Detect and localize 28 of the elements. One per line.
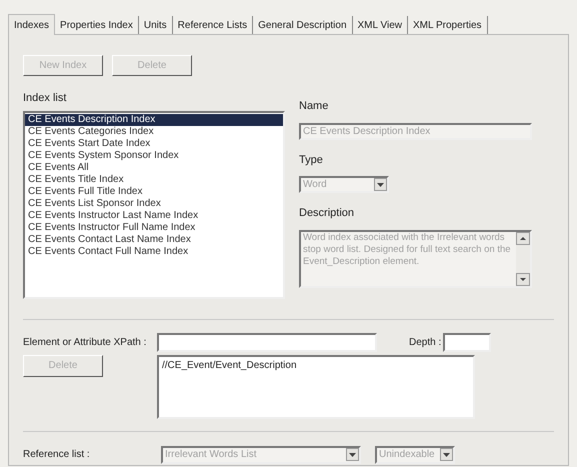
list-item[interactable]: CE Events Categories Index [25,126,283,138]
list-item[interactable]: CE Events Instructor Full Name Index [25,222,283,234]
reference-list-label: Reference list : [23,448,91,462]
list-item[interactable]: CE Events Contact Full Name Index [25,246,283,258]
reference-list-value: Irrelevant Words List [165,448,257,462]
index-list-label: Index list [23,91,68,106]
xpath-label: Element or Attribute XPath : [23,336,148,350]
index-list[interactable] [23,110,285,298]
list-item[interactable]: CE Events Description Index [25,114,283,126]
list-item[interactable]: CE Events All [25,162,283,174]
list-item[interactable]: CE Events Start Date Index [25,138,283,150]
description-label: Description [299,206,356,221]
xpath-item[interactable]: //CE_Event/Event_Description [162,360,470,372]
xpath-list[interactable]: //CE_Event/Event_Description [157,354,475,418]
list-item[interactable]: CE Events System Sponsor Index [25,150,283,162]
indexing-mode-value: Unindexable [379,448,435,462]
list-item[interactable]: CE Events List Sponsor Index [25,198,283,210]
xpath-field[interactable] [157,332,377,352]
depth-label: Depth : [409,336,442,350]
tab[interactable]: Indexes [8,14,56,35]
type-value: Word [303,178,327,192]
depth-field[interactable] [443,332,492,352]
list-item[interactable]: CE Events Contact Last Name Index [25,234,283,246]
type-label: Type [299,152,324,168]
list-item[interactable]: CE Events Instructor Last Name Index [25,210,283,222]
name-label: Name [299,99,330,114]
list-item[interactable]: CE Events Title Index [25,174,283,186]
list-item[interactable]: CE Events Full Title Index [25,186,283,198]
